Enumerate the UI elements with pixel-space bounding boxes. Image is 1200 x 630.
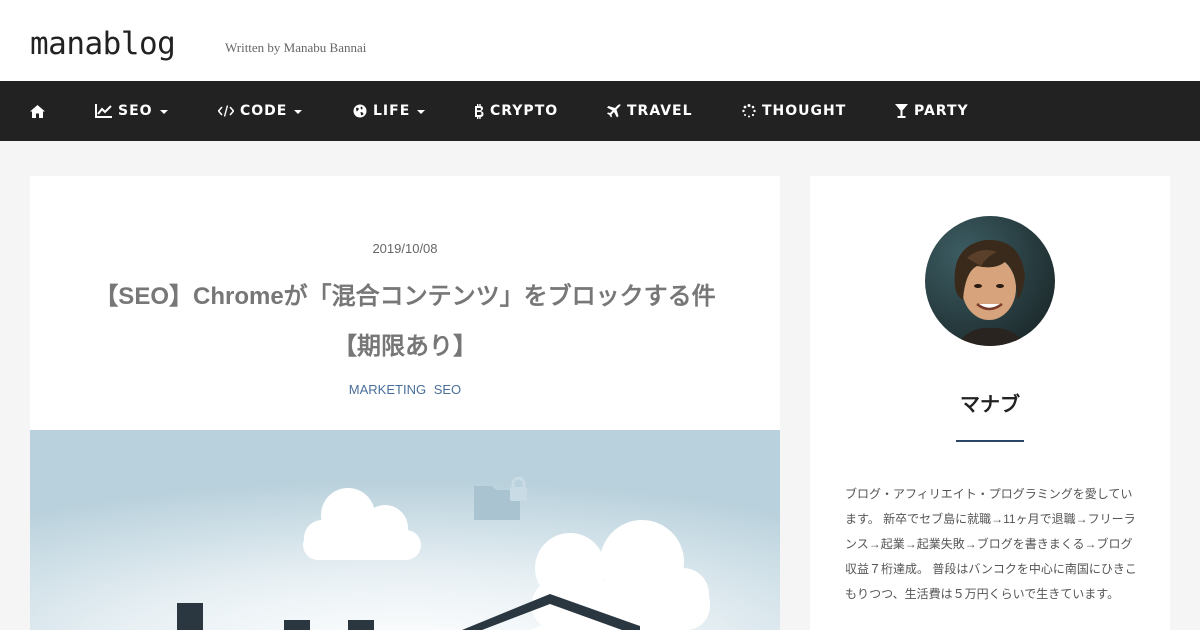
bitcoin-icon	[473, 103, 484, 119]
nav-item-life[interactable]: LIFE	[353, 81, 426, 141]
plane-icon	[607, 104, 621, 118]
category-link-marketing[interactable]: MARKETING	[349, 382, 426, 397]
nav-label-travel: TRAVEL	[627, 103, 693, 119]
line-chart-icon	[95, 104, 112, 118]
avatar[interactable]	[925, 216, 1055, 346]
spinner-icon	[742, 104, 756, 118]
chevron-down-icon	[159, 110, 168, 114]
nav-item-home[interactable]	[30, 81, 51, 141]
chevron-down-icon	[294, 110, 303, 114]
home-icon	[30, 104, 45, 118]
chevron-down-icon	[417, 110, 426, 114]
author-name: マナブ	[960, 394, 1020, 416]
category-link-seo[interactable]: SEO	[434, 382, 461, 397]
site-header: manablog Written by Manabu Bannai	[0, 0, 1200, 81]
globe-icon	[353, 104, 367, 118]
nav-label-party: PARTY	[914, 103, 969, 119]
nav-item-code[interactable]: CODE	[218, 81, 303, 141]
post-title-line1: 【SEO】Chromeが「混合コンテンツ」をブロックする件	[94, 283, 716, 310]
post-title-line2: 【期限あり】	[333, 333, 477, 360]
nav-item-party[interactable]: PARTY	[895, 81, 969, 141]
nav-item-travel[interactable]: TRAVEL	[607, 81, 693, 141]
post-categories: MARKETING SEO	[30, 382, 780, 397]
author-divider	[956, 440, 1024, 442]
nav-item-crypto[interactable]: CRYPTO	[473, 81, 558, 141]
nav-item-seo[interactable]: SEO	[95, 81, 168, 141]
site-logo[interactable]: manablog	[30, 26, 176, 62]
nav-label-thought: THOUGHT	[762, 103, 847, 119]
main-nav: SEO CODE LIFE CRYPTO TRAVEL THOUGHT PART…	[0, 81, 1200, 141]
post-title[interactable]: 【SEO】Chromeが「混合コンテンツ」をブロックする件 【期限あり】	[70, 272, 740, 372]
code-icon	[218, 105, 234, 117]
nav-item-thought[interactable]: THOUGHT	[742, 81, 846, 141]
post-date: 2019/10/08	[372, 241, 438, 256]
nav-label-code: CODE	[240, 103, 288, 119]
sidebar-author-card: マナブ ブログ・アフィリエイト・プログラミングを愛しています。 新卒でセブ島に就…	[810, 176, 1170, 630]
author-bio: ブログ・アフィリエイト・プログラミングを愛しています。 新卒でセブ島に就職→11…	[845, 487, 1137, 601]
hero-image	[30, 430, 780, 630]
nav-label-seo: SEO	[118, 103, 153, 119]
nav-label-crypto: CRYPTO	[490, 103, 559, 119]
article-card: 2019/10/08 【SEO】Chromeが「混合コンテンツ」をブロックする件…	[30, 176, 780, 630]
cocktail-icon	[895, 104, 908, 118]
nav-label-life: LIFE	[373, 103, 411, 119]
site-tagline: Written by Manabu Bannai	[225, 40, 367, 55]
